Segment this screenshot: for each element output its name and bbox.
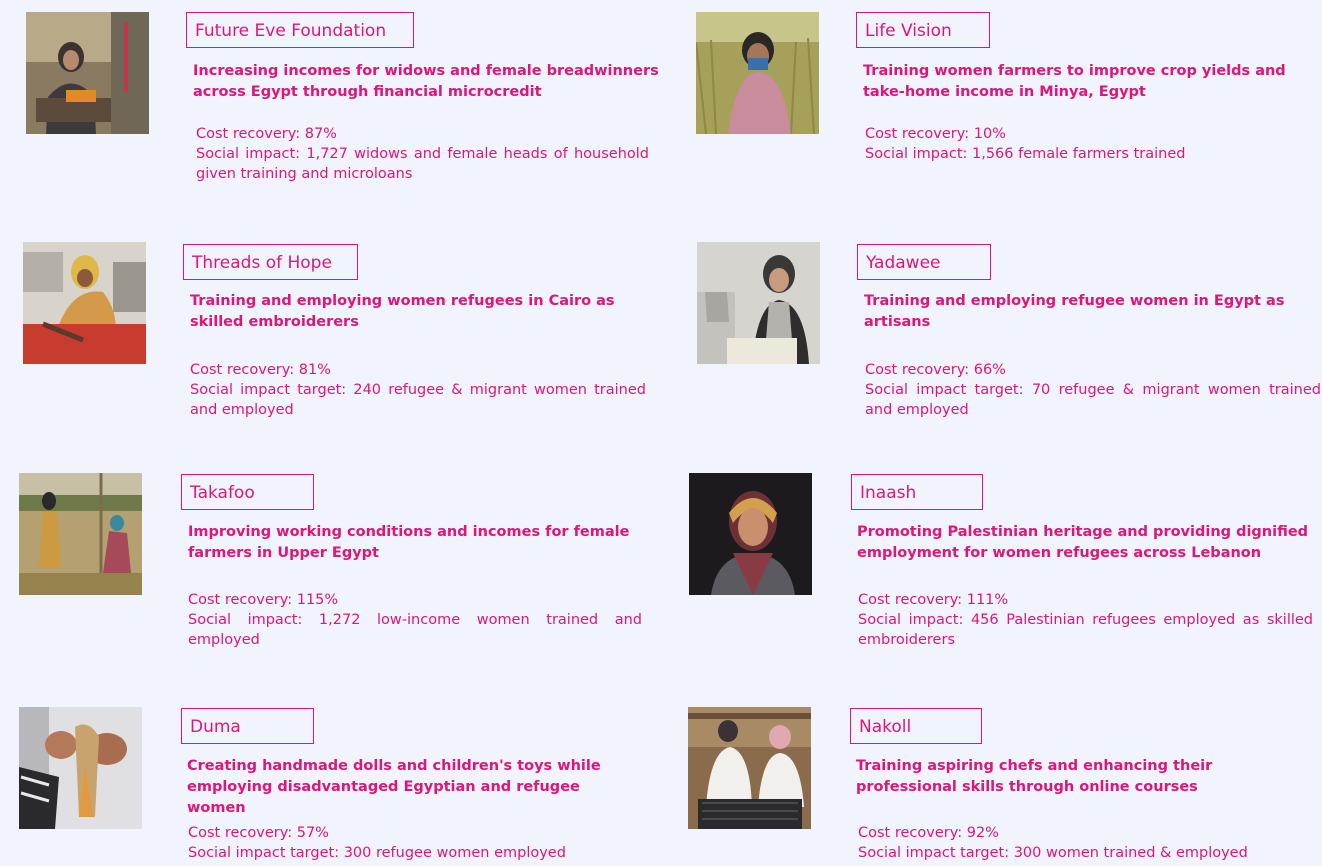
project-description: Increasing incomes for widows and female… bbox=[193, 63, 659, 100]
project-description: Creating handmade dolls and children's t… bbox=[187, 758, 601, 816]
project-stats: Cost recovery: 81% Social impact target:… bbox=[190, 360, 646, 420]
social-impact: Social impact: 1,272 low-income women tr… bbox=[188, 612, 642, 648]
cost-recovery: Cost recovery: 66% bbox=[865, 362, 1006, 378]
cost-recovery: Cost recovery: 10% bbox=[865, 126, 1006, 142]
project-description: Improving working conditions and incomes… bbox=[188, 524, 630, 561]
project-stats: Cost recovery: 111% Social impact: 456 P… bbox=[858, 590, 1313, 650]
project-stats: Cost recovery: 87% Social impact: 1,727 … bbox=[196, 124, 649, 184]
project-photo bbox=[688, 707, 811, 829]
project-name: Takafoo bbox=[181, 474, 314, 510]
project-description: Training aspiring chefs and enhancing th… bbox=[856, 758, 1213, 795]
project-name: Duma bbox=[181, 708, 314, 744]
cost-recovery: Cost recovery: 111% bbox=[858, 592, 1009, 608]
project-photo bbox=[697, 242, 820, 364]
project-stats: Cost recovery: 92% Social impact target:… bbox=[858, 823, 1318, 863]
project-description: Training women farmers to improve crop y… bbox=[863, 63, 1286, 100]
cost-recovery: Cost recovery: 57% bbox=[188, 825, 329, 841]
social-impact: Social impact target: 300 women trained … bbox=[858, 845, 1248, 861]
cost-recovery: Cost recovery: 87% bbox=[196, 126, 337, 142]
cost-recovery: Cost recovery: 115% bbox=[188, 592, 339, 608]
project-stats: Cost recovery: 115% Social impact: 1,272… bbox=[188, 590, 642, 650]
project-stats: Cost recovery: 66% Social impact target:… bbox=[865, 360, 1321, 420]
project-description: Training and employing refugee women in … bbox=[864, 293, 1285, 330]
project-stats: Cost recovery: 57% Social impact target:… bbox=[188, 823, 648, 863]
project-photo bbox=[23, 242, 146, 364]
social-impact: Social impact: 1,727 widows and female h… bbox=[196, 146, 649, 182]
cost-recovery: Cost recovery: 92% bbox=[858, 825, 999, 841]
project-name: Nakoll bbox=[850, 708, 982, 744]
project-name: Inaash bbox=[851, 474, 983, 510]
project-name: Threads of Hope bbox=[183, 244, 358, 280]
project-description: Promoting Palestinian heritage and provi… bbox=[857, 524, 1309, 561]
project-name: Future Eve Foundation bbox=[186, 12, 414, 48]
project-photo bbox=[19, 473, 142, 595]
project-photo bbox=[689, 473, 812, 595]
social-impact: Social impact target: 300 refugee women … bbox=[188, 845, 566, 861]
project-photo bbox=[26, 12, 149, 134]
social-impact: Social impact: 456 Palestinian refugees … bbox=[858, 612, 1313, 648]
project-photo bbox=[19, 707, 142, 829]
project-stats: Cost recovery: 10% Social impact: 1,566 … bbox=[865, 124, 1305, 164]
cost-recovery: Cost recovery: 81% bbox=[190, 362, 331, 378]
social-impact: Social impact: 1,566 female farmers trai… bbox=[865, 146, 1186, 162]
social-impact: Social impact target: 240 refugee & migr… bbox=[190, 382, 646, 418]
project-name: Yadawee bbox=[857, 244, 991, 280]
project-photo bbox=[696, 12, 819, 134]
project-description: Training and employing women refugees in… bbox=[190, 293, 615, 330]
project-name: Life Vision bbox=[856, 12, 990, 48]
social-impact: Social impact target: 70 refugee & migra… bbox=[865, 382, 1321, 418]
